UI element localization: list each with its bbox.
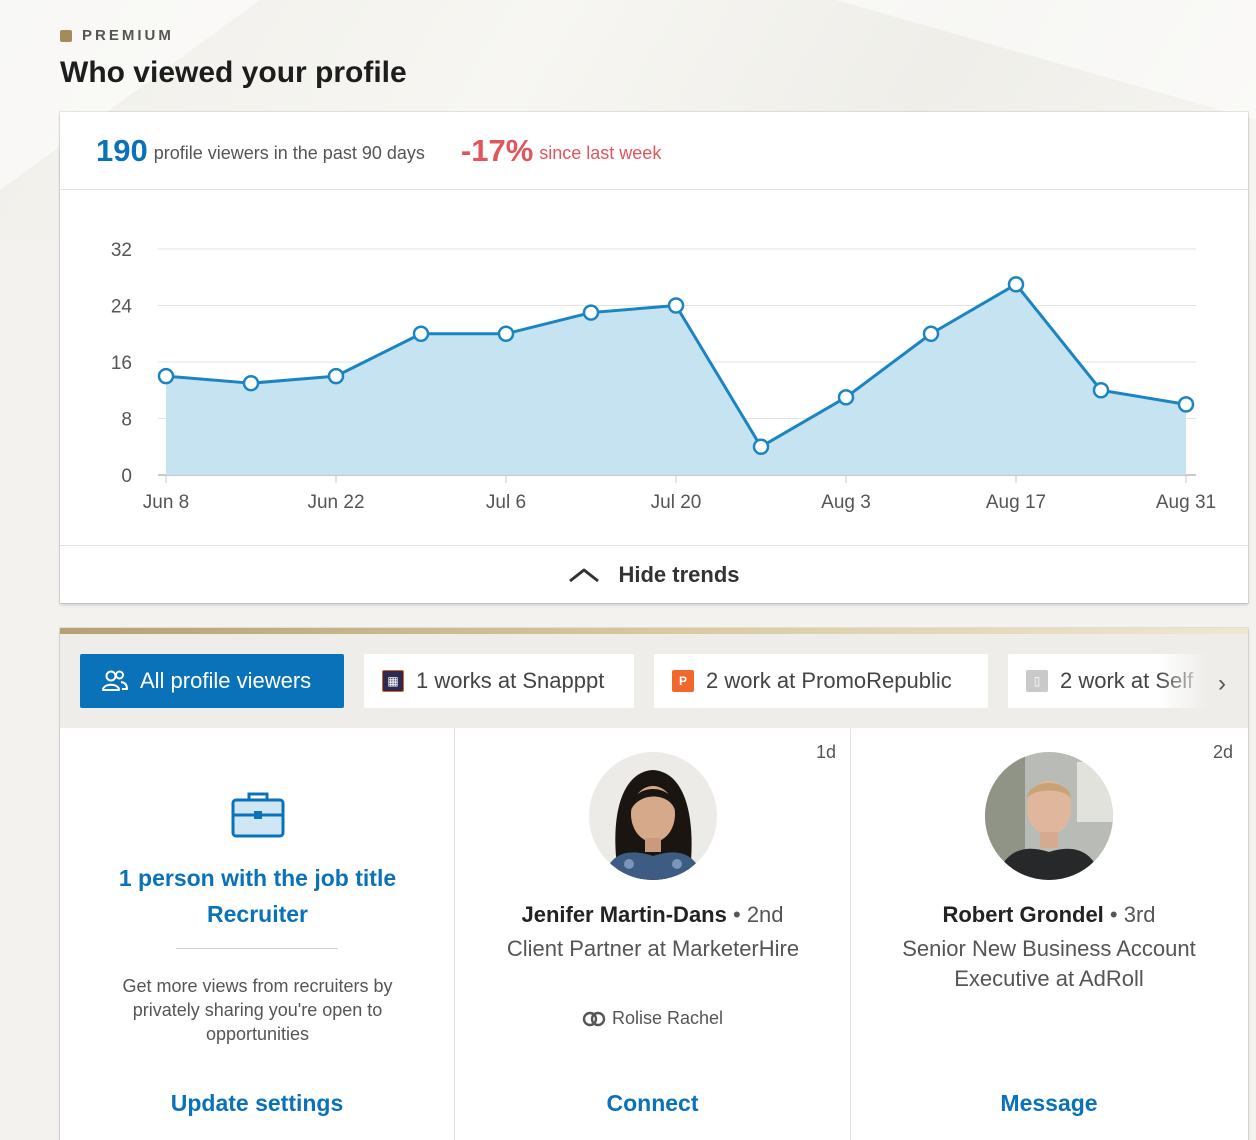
hide-trends-label: Hide trends	[618, 562, 739, 588]
viewers-text: profile viewers in the past 90 days	[154, 143, 425, 164]
viewer-card: 1d Jenifer Martin-Dans • 2nd Client Part…	[455, 728, 851, 1140]
filter-label: 2 work at PromoRepublic	[706, 668, 952, 694]
y-tick-label: 32	[111, 240, 132, 261]
data-point	[329, 369, 343, 383]
data-point	[499, 327, 513, 341]
filter-label: 1 works at Snapppt	[416, 668, 604, 694]
connection-degree: 2nd	[747, 902, 784, 927]
data-point	[414, 327, 428, 341]
trend-chart-svg: 0 8 16 24 32 Jun 8 Jun 22 Jul 6 Jul 20 Aug 3 Aug 1…	[60, 191, 1248, 545]
hide-trends-button[interactable]: Hide trends	[60, 545, 1248, 603]
update-settings-button[interactable]: Update settings	[60, 1090, 454, 1117]
change-percent: -17%	[461, 133, 533, 169]
shared-connections-icon	[582, 1011, 606, 1027]
x-tick-label: Aug 17	[986, 492, 1046, 513]
briefcase-icon	[231, 790, 285, 838]
connection-degree: 3rd	[1124, 902, 1156, 927]
data-point	[839, 390, 853, 404]
premium-label: PREMIUM	[82, 27, 174, 44]
filter-snapppt[interactable]: ▦ 1 works at Snapppt	[364, 654, 634, 708]
page-title: Who viewed your profile	[60, 56, 407, 90]
mutual-connection: Rolise Rachel	[455, 1008, 850, 1029]
viewers-count: 190	[96, 133, 148, 169]
x-tick-label: Jul 6	[486, 492, 526, 513]
filter-row: All profile viewers ▦ 1 works at Snapppt…	[60, 634, 1248, 728]
viewers-card: All profile viewers ▦ 1 works at Snapppt…	[60, 628, 1248, 1140]
data-point	[754, 440, 768, 454]
x-tick-label: Aug 3	[821, 492, 871, 513]
viewer-name[interactable]: Robert Grondel	[942, 902, 1103, 927]
recruiter-headline-line1: 1 person with the job title	[60, 860, 455, 896]
avatar[interactable]	[985, 752, 1113, 880]
y-tick-label: 16	[111, 353, 132, 374]
data-point	[244, 376, 258, 390]
filter-fade	[1158, 634, 1248, 728]
recruiter-description: Get more views from recruiters by privat…	[100, 974, 415, 1046]
y-tick-label: 24	[111, 297, 133, 318]
premium-logo-icon	[60, 30, 72, 42]
time-ago: 2d	[1213, 742, 1233, 763]
x-tick-label: Jul 20	[651, 492, 702, 513]
chevron-up-icon	[568, 567, 600, 583]
x-tick-label: Jun 22	[307, 492, 364, 513]
viewer-card: 2d Robert Grondel • 3rd Senior New Busin…	[851, 728, 1247, 1140]
recruiter-headline-line2[interactable]: Recruiter	[60, 896, 455, 932]
data-point	[1094, 383, 1108, 397]
premium-badge: PREMIUM	[60, 27, 174, 44]
chevron-right-icon[interactable]: ›	[1218, 670, 1226, 698]
viewer-title: Senior New Business Account Executive at…	[871, 934, 1227, 994]
data-point	[584, 306, 598, 320]
y-tick-label: 0	[121, 466, 132, 487]
people-icon	[102, 670, 128, 692]
y-tick-label: 8	[121, 410, 132, 431]
viewer-name-row: Jenifer Martin-Dans • 2nd	[455, 902, 850, 928]
data-point	[669, 299, 683, 313]
message-button[interactable]: Message	[851, 1090, 1247, 1117]
trend-chart: 0 8 16 24 32 Jun 8 Jun 22 Jul 6 Jul 20 Aug 3 Aug 1…	[60, 191, 1248, 545]
promorepublic-logo-icon: P	[672, 670, 694, 692]
company-logo-icon: ▯	[1026, 670, 1048, 692]
connect-button[interactable]: Connect	[455, 1090, 850, 1117]
viewer-list: 1 person with the job title Recruiter Ge…	[60, 728, 1248, 1140]
x-tick-label: Jun 8	[143, 492, 189, 513]
change-text: since last week	[539, 143, 661, 164]
stats-row: 190 profile viewers in the past 90 days …	[60, 112, 1248, 190]
viewer-name-row: Robert Grondel • 3rd	[851, 902, 1247, 928]
viewer-title: Client Partner at MarketerHire	[475, 934, 831, 964]
data-point	[1179, 397, 1193, 411]
data-point	[159, 369, 173, 383]
data-point	[924, 327, 938, 341]
filter-label: All profile viewers	[140, 668, 311, 694]
trend-card: 190 profile viewers in the past 90 days …	[60, 112, 1248, 603]
snapppt-logo-icon: ▦	[382, 670, 404, 692]
viewer-name[interactable]: Jenifer Martin-Dans	[521, 902, 726, 927]
filter-promorepublic[interactable]: P 2 work at PromoRepublic	[654, 654, 988, 708]
filter-all-viewers[interactable]: All profile viewers	[80, 654, 344, 708]
mutual-connection-name[interactable]: Rolise Rachel	[612, 1008, 723, 1029]
x-tick-label: Aug 31	[1156, 492, 1216, 513]
avatar[interactable]	[589, 752, 717, 880]
recruiter-headline: 1 person with the job title Recruiter	[60, 860, 455, 932]
data-point	[1009, 277, 1023, 291]
recruiter-insight-card: 1 person with the job title Recruiter Ge…	[60, 728, 455, 1140]
divider	[176, 948, 338, 949]
time-ago: 1d	[816, 742, 836, 763]
